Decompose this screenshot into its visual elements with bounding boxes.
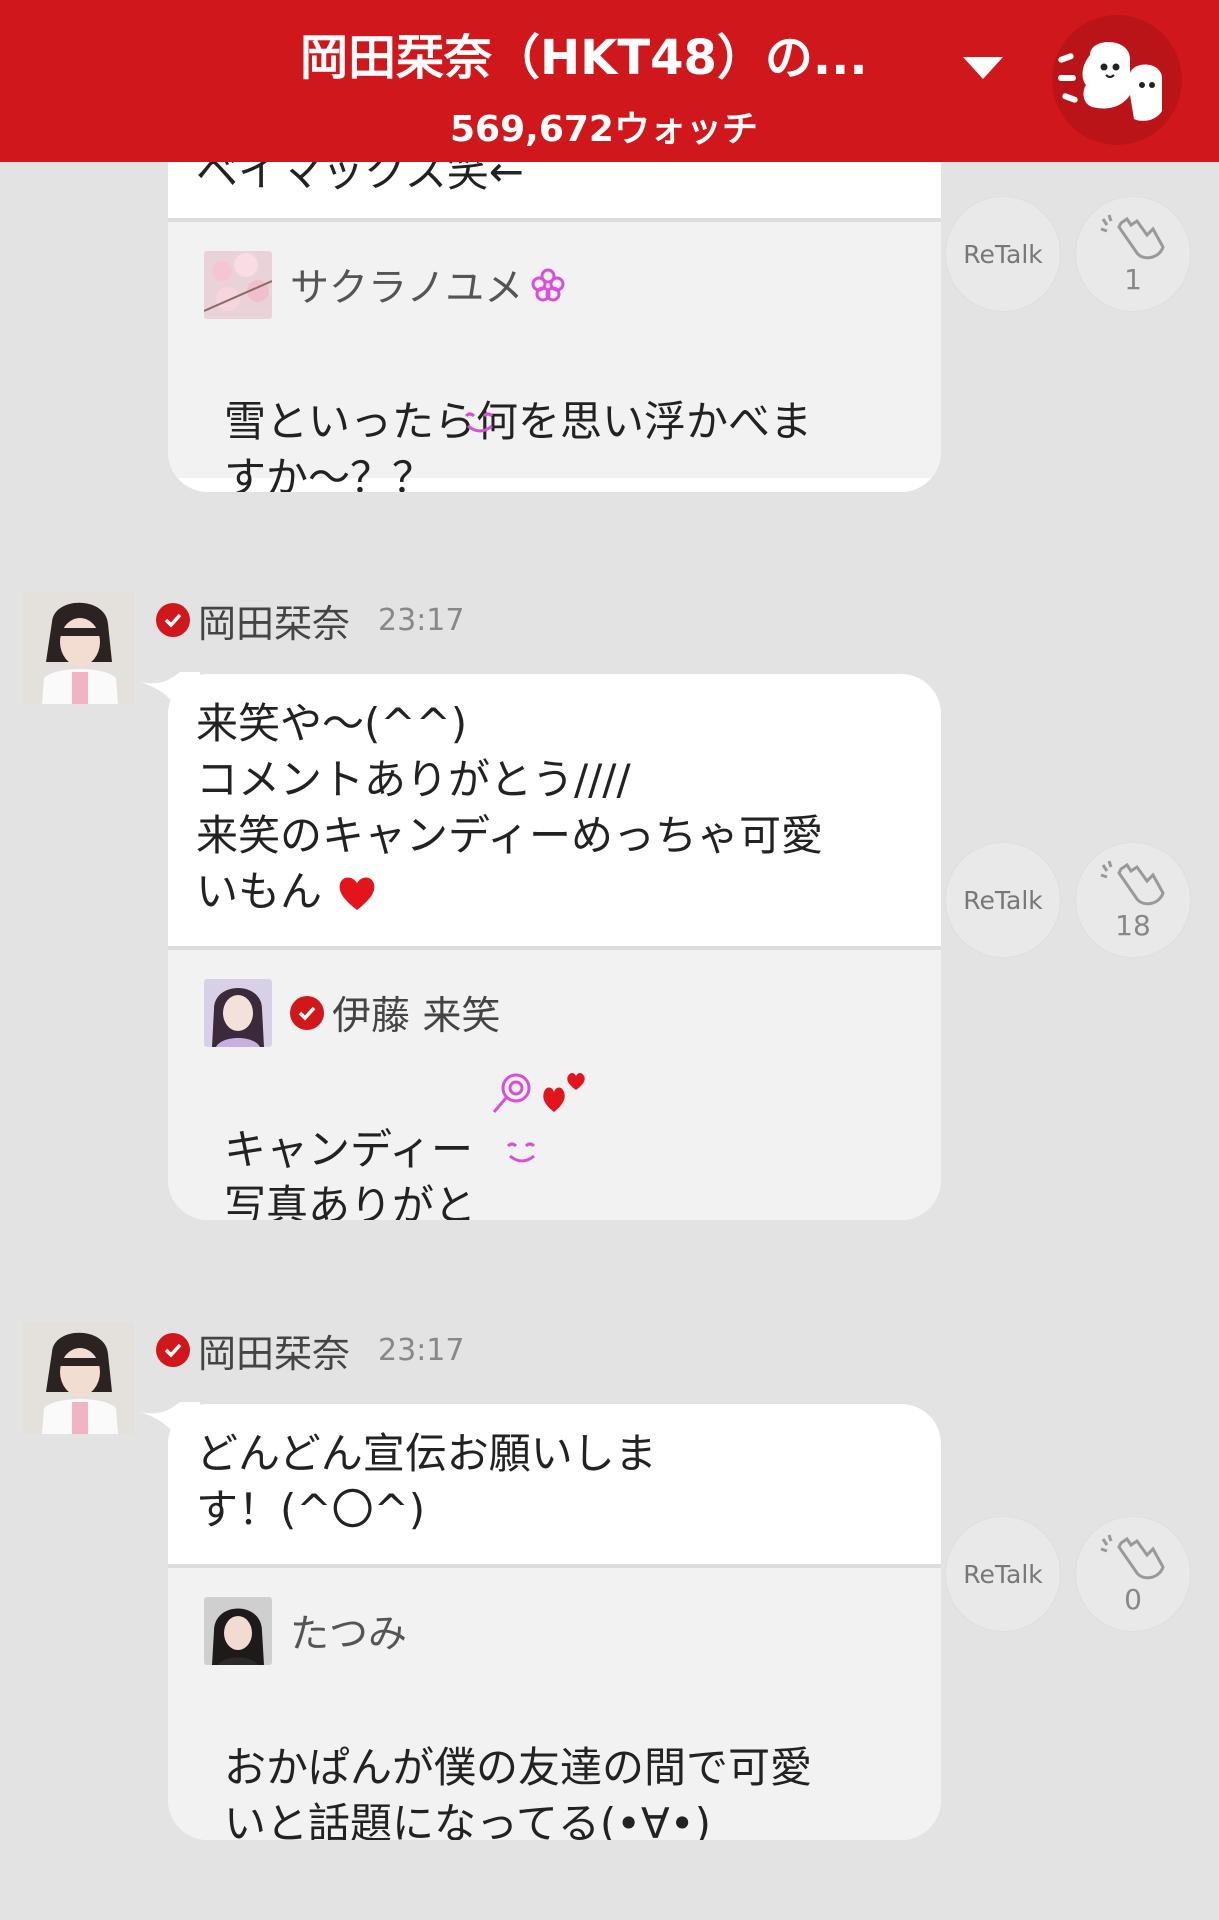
clap-button[interactable]: 1: [1075, 196, 1191, 312]
message-bubble: 来笑や～(^^) コメントありがとう//// 来笑のキャンディーめっちゃ可愛 い…: [168, 674, 941, 1220]
watch-count: 569,672ウォッチ: [450, 109, 758, 150]
comment-text: 雪といったら何を思い浮かべま すか～？？: [224, 397, 813, 492]
top-bar: 岡田栞奈（HKT48）の... 569,672ウォッチ: [0, 0, 1219, 162]
post-time: 23:17: [378, 602, 465, 638]
quoted-comment[interactable]: 伊藤 来笑 キャンディー 写真ありがと: [168, 946, 941, 1220]
clap-hands-icon: [1100, 860, 1165, 905]
lollipop-emoji-icon: [492, 1073, 531, 1113]
message-bubble: どんどん宣伝お願いしま す！(^〇^) たつみ おかぱんが僕の友達の間で可愛 い…: [168, 1404, 941, 1840]
clap-hands-icon: [1100, 1534, 1165, 1579]
message-bubble: ベイマックス笑← サクラノユメ 雪といったら何を思い浮かべま すか～？？: [168, 110, 941, 492]
retalk-button[interactable]: ReTalk: [945, 196, 1061, 312]
message-text: 来笑や～(^^) コメントありがとう//// 来笑のキャンディーめっちゃ可愛 い…: [196, 699, 824, 916]
retalk-button[interactable]: ReTalk: [945, 1516, 1061, 1632]
verified-badge-icon: [156, 603, 190, 637]
commenter-avatar[interactable]: [204, 251, 272, 319]
talk-title[interactable]: 岡田栞奈（HKT48）の...: [300, 18, 920, 88]
verified-badge-icon: [156, 1333, 190, 1367]
commenter-avatar[interactable]: [204, 1597, 272, 1665]
verified-badge-icon: [290, 996, 324, 1030]
post-time: 23:17: [378, 1332, 465, 1368]
smile-emoji-icon: [506, 1142, 536, 1163]
hearts-emoji-icon: [543, 1073, 585, 1112]
clap-hands-icon: [1100, 214, 1165, 259]
commenter-name: たつみ: [290, 1612, 408, 1657]
author-name[interactable]: 岡田栞奈: [198, 593, 350, 648]
comment-text: キャンディー 写真ありがと: [224, 1125, 477, 1220]
retalk-button[interactable]: ReTalk: [945, 842, 1061, 958]
comment-text: おかぱんが僕の友達の間で可愛 いと話題になってる(•∀•): [224, 1743, 813, 1840]
commenter-name: サクラノユメ: [290, 266, 524, 311]
commenter-name: 伊藤 来笑: [332, 994, 501, 1039]
heart-emoji-icon: [339, 877, 375, 910]
author-avatar[interactable]: [22, 1322, 134, 1434]
author-avatar[interactable]: [22, 592, 134, 704]
clap-button[interactable]: 18: [1075, 842, 1191, 958]
clap-button[interactable]: 0: [1075, 1516, 1191, 1632]
smile-emoji-icon: [464, 412, 494, 433]
message-text: どんどん宣伝お願いしま す！(^〇^): [196, 1429, 657, 1534]
ghost-mascot-icon[interactable]: [1052, 15, 1182, 145]
author-name[interactable]: 岡田栞奈: [198, 1323, 350, 1378]
quoted-comment[interactable]: サクラノユメ 雪といったら何を思い浮かべま すか～？？: [168, 218, 941, 492]
flower-emoji-icon: [531, 268, 565, 302]
caret-down-icon[interactable]: [958, 48, 1008, 88]
quoted-comment[interactable]: たつみ おかぱんが僕の友達の間で可愛 いと話題になってる(•∀•): [168, 1564, 941, 1840]
commenter-avatar[interactable]: [204, 979, 272, 1047]
